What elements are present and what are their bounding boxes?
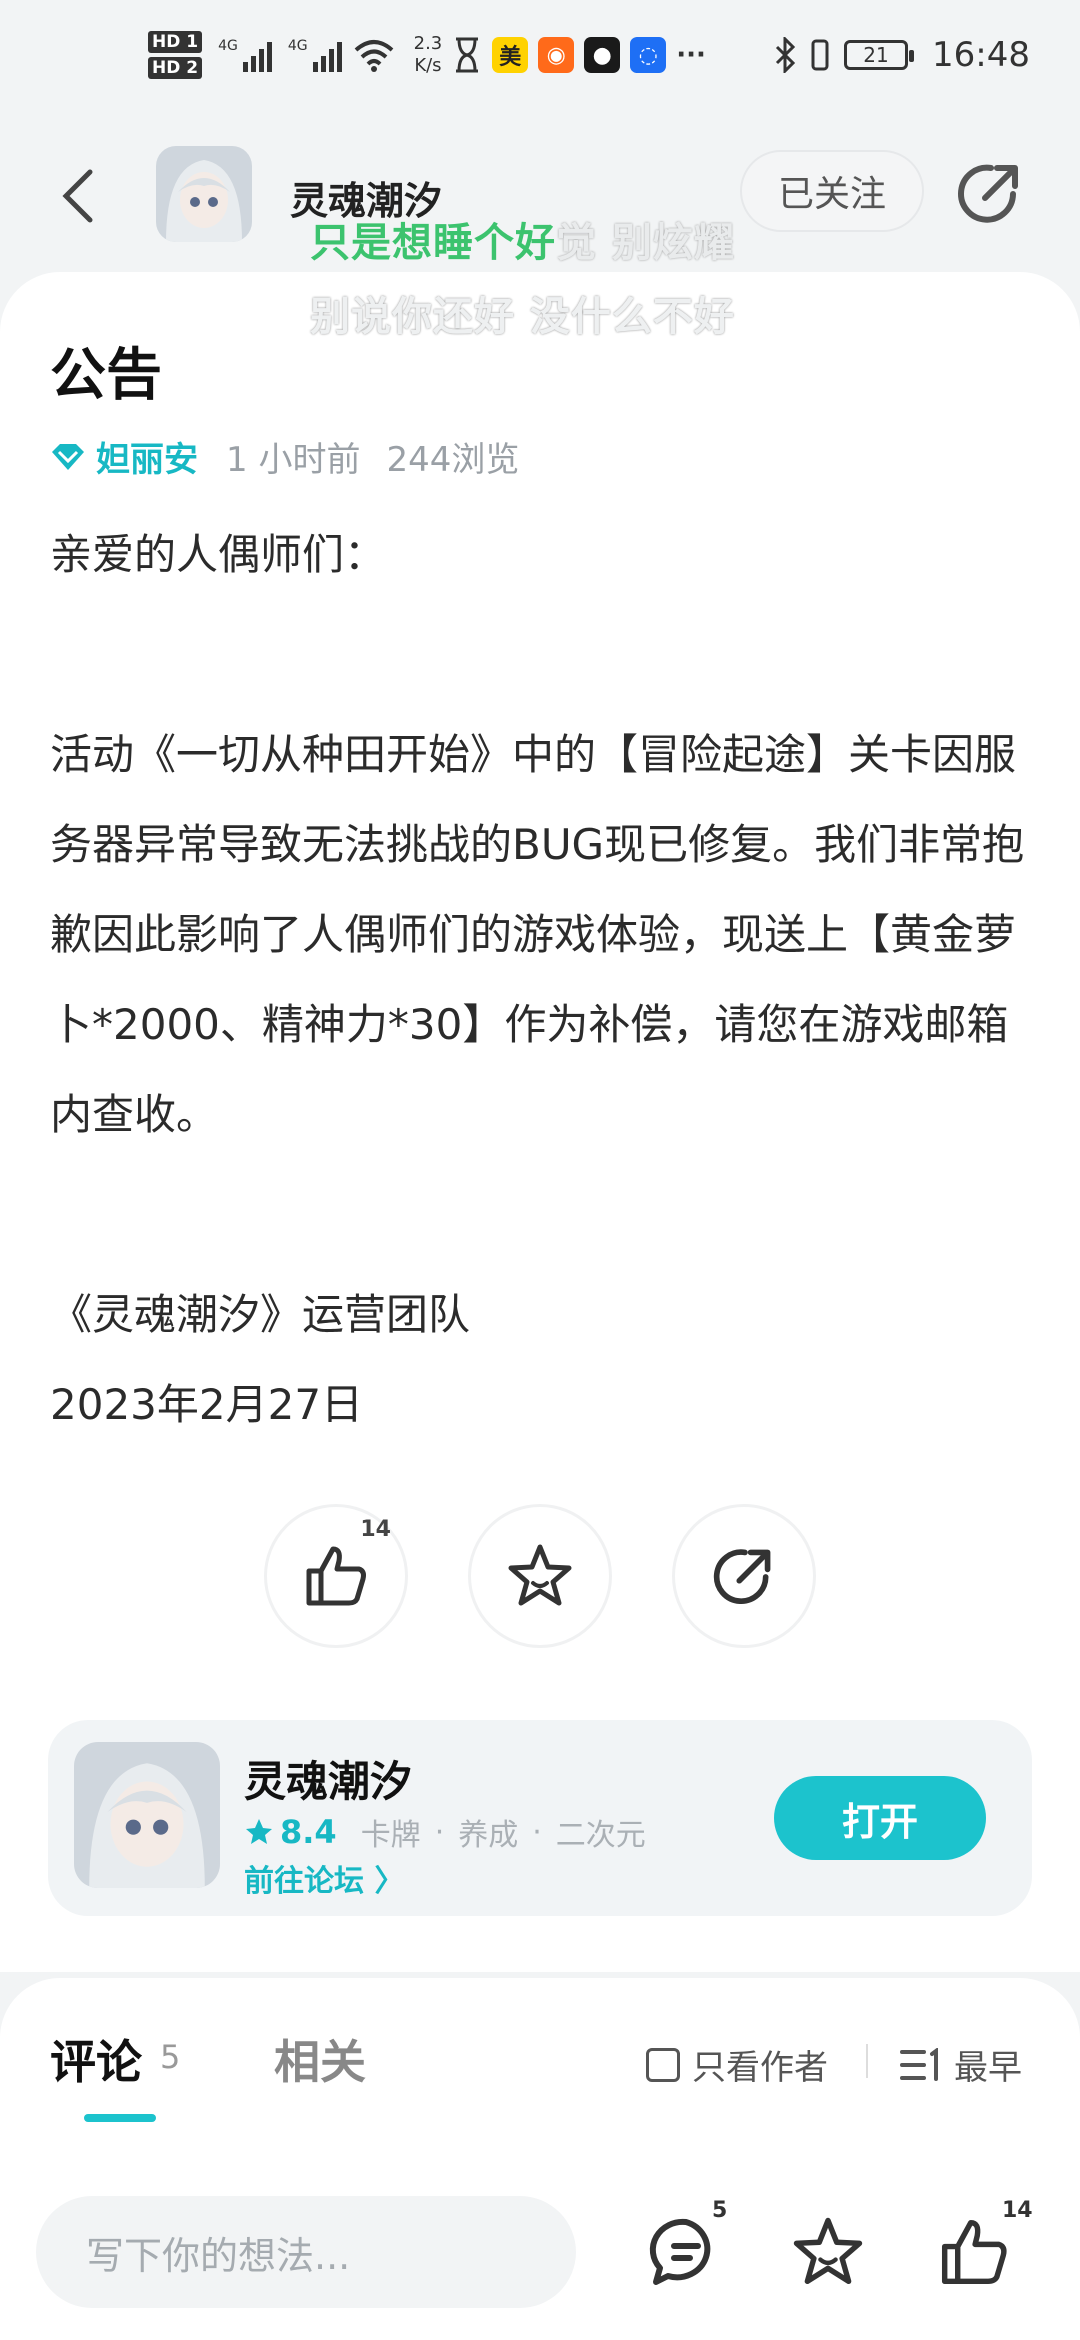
bottom-comment-count: 5 — [712, 2198, 728, 2223]
floating-lyric-line-1: 只是想睡个好觉 别炫耀 — [310, 210, 735, 268]
game-tag: 二次元 — [555, 1818, 646, 1853]
hd1-label: HD 1 — [148, 31, 203, 53]
comment-bubble-icon — [649, 2218, 711, 2285]
sort-label: 最早 — [954, 2048, 1022, 2088]
game-avatar-art — [156, 146, 252, 242]
bottom-favorite-button[interactable] — [790, 2214, 866, 2290]
battery-level: 21 — [863, 43, 889, 67]
bottom-like-button[interactable] — [936, 2214, 1012, 2290]
qq-app-icon: ● — [584, 37, 621, 73]
floating-lyric-line-2: 别说你还好 没什么不好 — [310, 294, 735, 340]
game-score: 8.4 — [280, 1813, 337, 1851]
network-speed: 2.3 K/s — [414, 33, 443, 77]
game-avatar[interactable] — [156, 146, 252, 242]
network-type-1: 4G — [218, 38, 238, 54]
share-post-button[interactable] — [672, 1504, 816, 1648]
bottom-like-count: 14 — [1002, 2198, 1033, 2223]
star-icon — [508, 1544, 572, 1606]
game-tag: 卡牌 — [360, 1818, 421, 1853]
tag-separator: · — [434, 1814, 445, 1850]
tab-related[interactable]: 相关 — [274, 2026, 366, 2092]
tag-separator: · — [532, 1814, 542, 1850]
checkbox-icon — [646, 2047, 680, 2082]
wifi-icon — [354, 40, 393, 72]
diamond-badge-icon — [52, 443, 84, 470]
clock: 16:48 — [932, 35, 1030, 75]
hd2-label: HD 2 — [148, 57, 203, 79]
chevron-left-icon — [62, 169, 93, 223]
meituan-label: 美 — [499, 45, 522, 70]
only-author-label: 只看作者 — [692, 2048, 828, 2088]
lyric-highlight: 只是想睡个好 — [310, 220, 556, 266]
game-card[interactable]: 灵魂潮汐 8.4 卡牌 · 养成 · 二次元 前往论坛 〉 打开 — [48, 1720, 1032, 1916]
game-tag: 养成 — [458, 1818, 519, 1853]
sort-icon — [900, 2047, 938, 2081]
follow-button[interactable]: 已关注 — [740, 150, 924, 232]
battery-icon: 21 — [844, 40, 915, 70]
open-game-button[interactable]: 打开 — [774, 1776, 986, 1860]
date-line: 2023年2月27日 — [50, 1380, 364, 1429]
view-count: 244浏览 — [386, 440, 520, 480]
post-actions: 14 — [264, 1504, 816, 1648]
share-button[interactable] — [955, 158, 1025, 228]
kuaishou-app-icon: ◉ — [538, 37, 575, 73]
post-time: 1 小时前 — [226, 440, 361, 480]
tab-comments[interactable]: 评论 — [50, 2026, 142, 2092]
network-type-2: 4G — [287, 38, 308, 54]
bottom-bar: 写下你的想法... 5 14 — [0, 2168, 1080, 2340]
lyric-rest: 觉 别炫耀 — [556, 220, 735, 266]
signal-icon-2: 4G — [288, 38, 342, 72]
favorite-button[interactable] — [468, 1504, 612, 1648]
post-card: 公告 妲丽安 1 小时前 244浏览 亲爱的人偶师们： 活动《一切从种田开始》中… — [0, 272, 1080, 1972]
game-name: 灵魂潮汐 — [244, 1757, 413, 1806]
signature-line: 《灵魂潮汐》运营团队 — [50, 1290, 471, 1339]
comment-input[interactable]: 写下你的想法... — [36, 2196, 576, 2308]
star-icon — [793, 2217, 863, 2285]
bulb-app-icon: ◌ — [630, 37, 667, 73]
signal-icon: 4G — [218, 38, 272, 72]
share-icon — [713, 1549, 771, 1604]
sort-toggle[interactable]: 最早 — [900, 2040, 1022, 2089]
announcement-paragraph: 活动《一切从种田开始》中的【冒险起途】关卡因服务器异常导致无法挑战的BUG现已修… — [50, 730, 1025, 1139]
comment-count: 5 — [160, 2038, 181, 2076]
vibrate-icon — [811, 39, 829, 71]
hd-indicator: HD 1 HD 2 — [148, 29, 203, 81]
game-card-avatar — [74, 1742, 220, 1888]
hourglass-icon — [456, 37, 479, 73]
bluetooth-icon — [775, 37, 796, 73]
active-tab-indicator — [84, 2114, 156, 2122]
game-card-avatar-art — [74, 1742, 220, 1888]
more-notifications-icon: ··· — [676, 40, 706, 70]
comment-placeholder: 写下你的想法... — [86, 2233, 351, 2278]
greeting-line: 亲爱的人偶师们： — [50, 530, 387, 579]
rating-star-icon — [246, 1819, 272, 1844]
speed-value: 2.3 — [413, 33, 443, 54]
speed-unit: K/s — [414, 55, 442, 76]
author-name[interactable]: 妲丽安 — [96, 432, 198, 481]
like-button[interactable]: 14 — [264, 1504, 408, 1648]
post-meta: 妲丽安 1 小时前 244浏览 — [50, 432, 519, 481]
thumbs-up-icon — [941, 2219, 1007, 2285]
divider — [866, 2044, 868, 2078]
post-title: 公告 — [50, 343, 162, 408]
only-author-toggle[interactable]: 只看作者 — [646, 2040, 828, 2089]
meituan-app-icon: 美 — [492, 37, 529, 73]
comment-button[interactable] — [648, 2214, 724, 2290]
thumbs-up-icon — [306, 1546, 366, 1606]
status-bar: HD 1 HD 2 4G 4G 2.3 K/s 美 ◉ ● ◌ ··· 21 1… — [0, 0, 1080, 110]
post-body: 亲爱的人偶师们： 活动《一切从种田开始》中的【冒险起途】关卡因服务器异常导致无法… — [50, 510, 1040, 1450]
forum-link[interactable]: 前往论坛 〉 — [244, 1856, 404, 1900]
like-count: 14 — [360, 1517, 391, 1542]
share-icon — [958, 164, 1018, 223]
back-button[interactable] — [58, 166, 108, 226]
game-info-row: 8.4 卡牌 · 养成 · 二次元 — [244, 1810, 646, 1854]
